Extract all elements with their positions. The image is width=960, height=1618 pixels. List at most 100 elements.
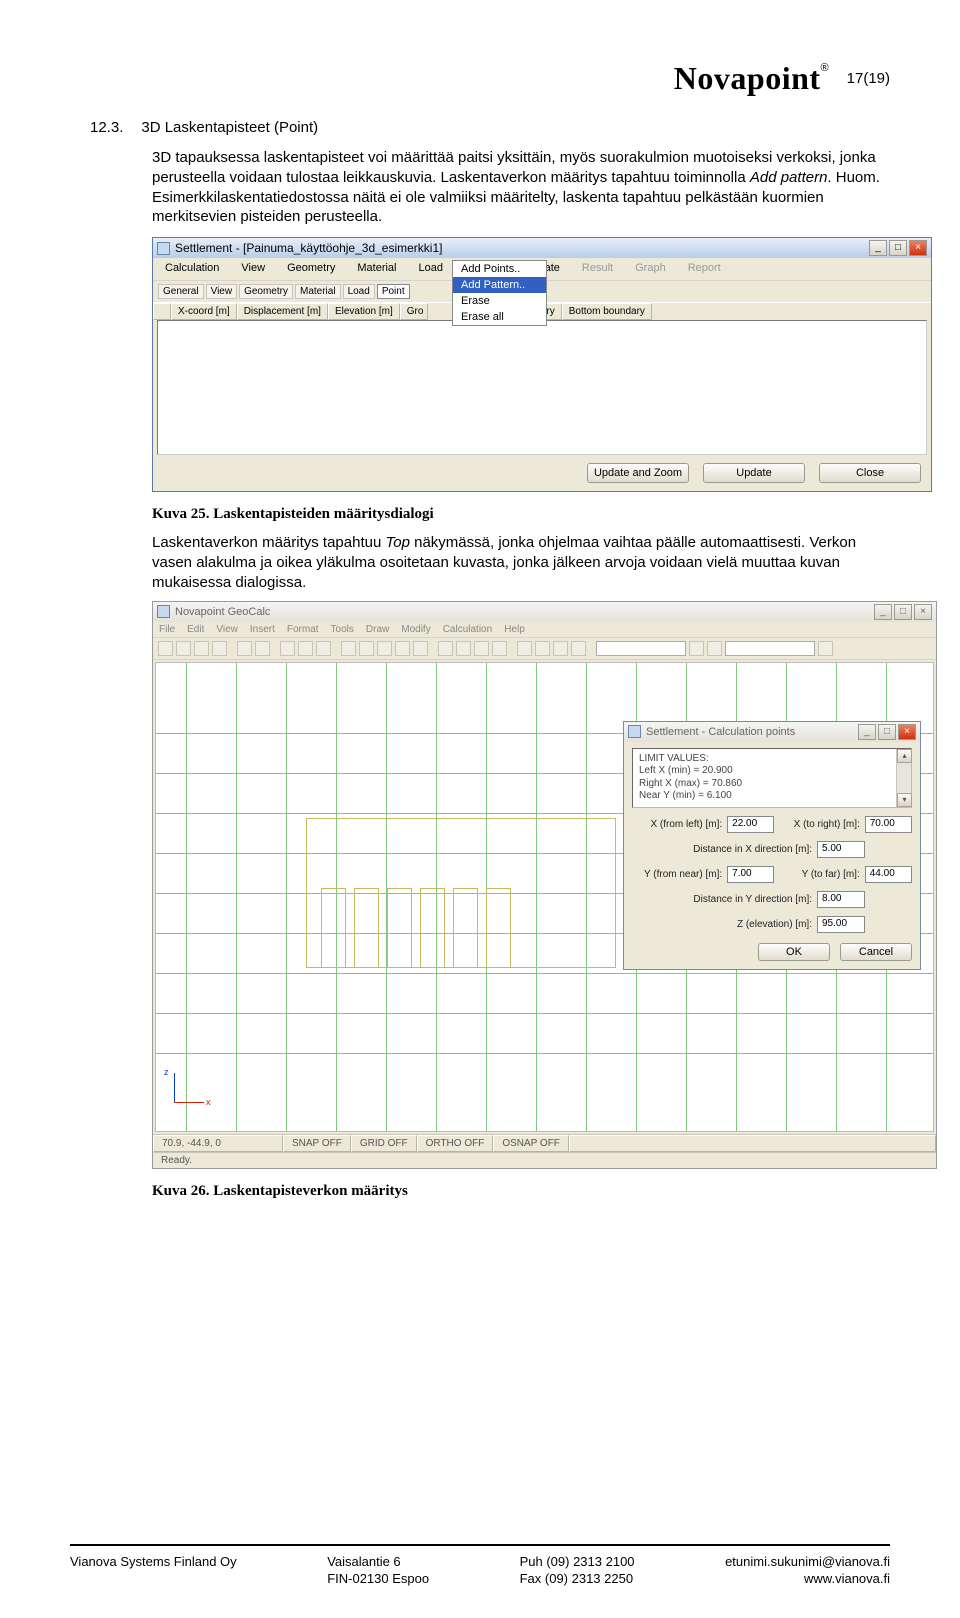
x-from-input[interactable]: 22.00 <box>727 816 774 833</box>
col-xcoord[interactable]: X-coord [m] <box>171 303 237 320</box>
menu-load[interactable]: Load <box>415 261 447 277</box>
menu-add-pattern[interactable]: Add Pattern.. <box>453 277 546 293</box>
tool-icon[interactable] <box>707 641 722 656</box>
tool-icon[interactable] <box>571 641 586 656</box>
tool-icon[interactable] <box>535 641 550 656</box>
tool-select[interactable] <box>596 641 686 656</box>
gc-menu-modify[interactable]: Modify <box>401 624 430 635</box>
tool-icon[interactable] <box>395 641 410 656</box>
gc-menu-file[interactable]: File <box>159 624 175 635</box>
y-from-input[interactable]: 7.00 <box>727 866 774 883</box>
ok-button[interactable]: OK <box>758 943 830 961</box>
section-title: 3D Laskentapisteet (Point) <box>141 119 318 136</box>
tool-icon[interactable] <box>316 641 331 656</box>
scroll-up-icon[interactable]: ▴ <box>897 749 912 763</box>
tool-icon[interactable] <box>194 641 209 656</box>
tool-icon[interactable] <box>553 641 568 656</box>
tab-geometry[interactable]: Geometry <box>239 284 293 299</box>
gc-menu-help[interactable]: Help <box>504 624 525 635</box>
tool-icon[interactable] <box>413 641 428 656</box>
load-rect <box>354 888 379 968</box>
tool-icon[interactable] <box>377 641 392 656</box>
footer-phone: Puh (09) 2313 2100 <box>520 1554 635 1571</box>
status-grid[interactable]: GRID OFF <box>351 1135 417 1152</box>
x-to-input[interactable]: 70.00 <box>865 816 912 833</box>
menu-geometry[interactable]: Geometry <box>283 261 339 277</box>
tool-icon[interactable] <box>237 641 252 656</box>
gc-minimize-button[interactable]: _ <box>874 604 892 620</box>
tool-icon[interactable] <box>438 641 453 656</box>
gc-close-button[interactable]: × <box>914 604 932 620</box>
geocalc-window: Novapoint GeoCalc _ □ × File Edit View I… <box>152 601 937 1169</box>
tab-point[interactable]: Point <box>377 284 410 299</box>
y-to-input[interactable]: 44.00 <box>865 866 912 883</box>
col-displacement[interactable]: Displacement [m] <box>237 303 328 320</box>
status-osnap[interactable]: OSNAP OFF <box>493 1135 569 1152</box>
col-elevation[interactable]: Elevation [m] <box>328 303 400 320</box>
close-dialog-button[interactable]: Close <box>819 463 921 483</box>
point-list[interactable] <box>157 320 927 455</box>
tool-icon[interactable] <box>280 641 295 656</box>
menu-calculation[interactable]: Calculation <box>161 261 223 277</box>
gc-menu-draw[interactable]: Draw <box>366 624 389 635</box>
tool-icon[interactable] <box>298 641 313 656</box>
scroll-down-icon[interactable]: ▾ <box>897 793 912 807</box>
limit-scrollbar[interactable]: ▴ ▾ <box>896 749 911 807</box>
cp-minimize-button[interactable]: _ <box>858 724 876 740</box>
tab-view[interactable]: View <box>206 284 238 299</box>
gc-menu-insert[interactable]: Insert <box>250 624 275 635</box>
minimize-button[interactable]: _ <box>869 240 887 256</box>
tool-icon[interactable] <box>158 641 173 656</box>
gc-menu-calculation[interactable]: Calculation <box>443 624 492 635</box>
status-snap[interactable]: SNAP OFF <box>283 1135 351 1152</box>
gc-menu-edit[interactable]: Edit <box>187 624 204 635</box>
tab-general[interactable]: General <box>158 284 204 299</box>
z-label: Z (elevation) [m]: <box>632 919 812 930</box>
tool-icon[interactable] <box>474 641 489 656</box>
menu-view[interactable]: View <box>237 261 269 277</box>
update-zoom-button[interactable]: Update and Zoom <box>587 463 689 483</box>
z-input[interactable]: 95.00 <box>817 916 865 933</box>
menu-material[interactable]: Material <box>353 261 400 277</box>
gc-menu-tools[interactable]: Tools <box>331 624 354 635</box>
tab-load[interactable]: Load <box>343 284 375 299</box>
tool-icon[interactable] <box>212 641 227 656</box>
distx-input[interactable]: 5.00 <box>817 841 865 858</box>
cp-maximize-button[interactable]: □ <box>878 724 896 740</box>
menu-erase[interactable]: Erase <box>453 293 546 309</box>
tool-icon[interactable] <box>456 641 471 656</box>
load-rect <box>387 888 412 968</box>
y-to-label: Y (to far) [m]: <box>779 869 859 880</box>
update-button[interactable]: Update <box>703 463 805 483</box>
tool-icon[interactable] <box>359 641 374 656</box>
disty-input[interactable]: 8.00 <box>817 891 865 908</box>
cp-close-button[interactable]: × <box>898 724 916 740</box>
tool-icon[interactable] <box>818 641 833 656</box>
tool-icon[interactable] <box>341 641 356 656</box>
maximize-button[interactable]: □ <box>889 240 907 256</box>
tab-material[interactable]: Material <box>295 284 341 299</box>
tool-icon[interactable] <box>492 641 507 656</box>
section-heading-row: 12.3. 3D Laskentapisteet (Point) <box>90 119 890 148</box>
status-coords: 70.9, -44.9, 0 <box>153 1135 283 1152</box>
col-gro[interactable]: Gro <box>400 303 428 320</box>
footer-web: www.vianova.fi <box>725 1571 890 1588</box>
status-ortho[interactable]: ORTHO OFF <box>417 1135 494 1152</box>
gc-menu-format[interactable]: Format <box>287 624 319 635</box>
tool-icon[interactable] <box>689 641 704 656</box>
footer-rule <box>70 1544 890 1546</box>
status-filler <box>569 1135 936 1152</box>
cancel-button[interactable]: Cancel <box>840 943 912 961</box>
tool-select[interactable] <box>725 641 815 656</box>
tool-icon[interactable] <box>255 641 270 656</box>
menu-erase-all[interactable]: Erase all <box>453 309 546 325</box>
menu-add-points[interactable]: Add Points.. <box>453 261 546 277</box>
gc-maximize-button[interactable]: □ <box>894 604 912 620</box>
tool-icon[interactable] <box>517 641 532 656</box>
disty-label: Distance in Y direction [m]: <box>632 894 812 905</box>
close-button[interactable]: × <box>909 240 927 256</box>
drawing-canvas[interactable]: z x Settlement - Calculation points _ □ … <box>155 662 934 1132</box>
gc-menu-view[interactable]: View <box>216 624 238 635</box>
col-bottom-boundary[interactable]: Bottom boundary <box>562 303 652 320</box>
tool-icon[interactable] <box>176 641 191 656</box>
